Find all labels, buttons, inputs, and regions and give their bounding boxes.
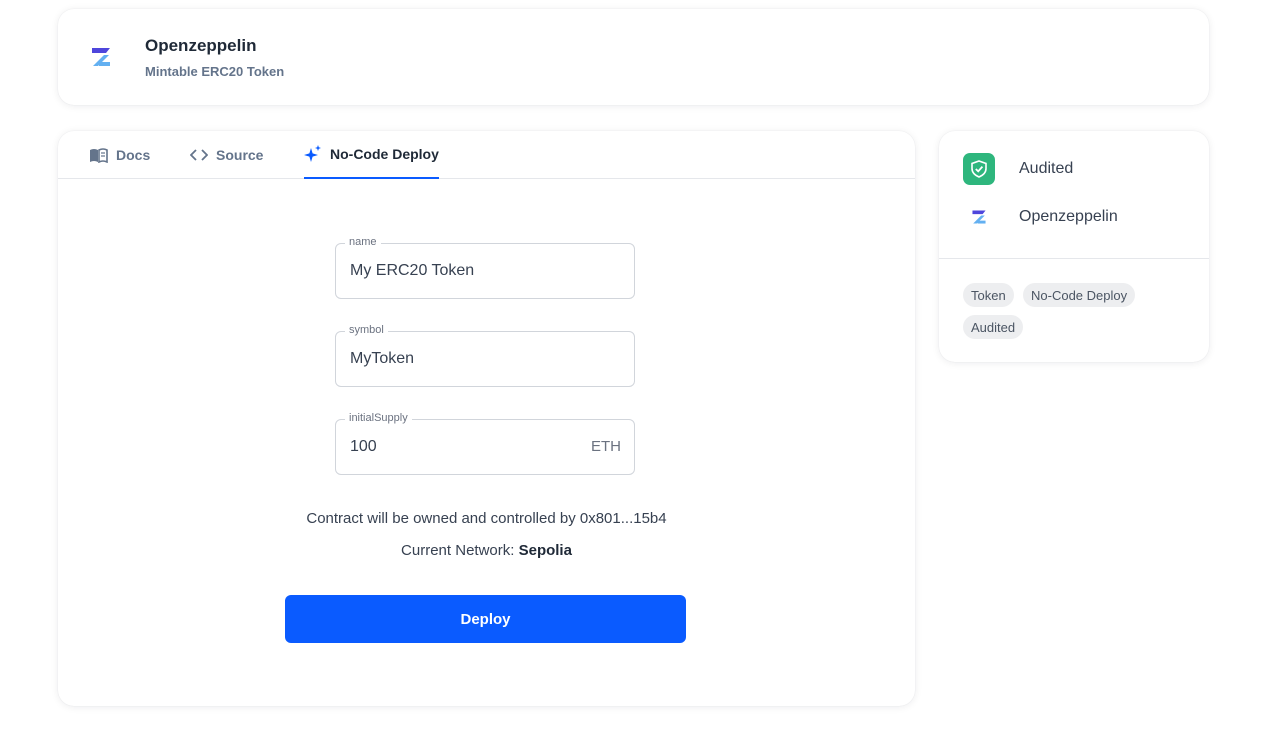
tab-docs[interactable]: Docs [89,131,150,179]
book-icon [89,147,108,163]
currency-suffix: ETH [591,438,621,455]
openzeppelin-logo-icon [963,209,995,225]
tab-no-code-deploy-label: No-Code Deploy [330,146,439,162]
tab-source-label: Source [216,147,264,163]
name-field-label: name [345,236,381,248]
name-field[interactable]: name [335,236,635,299]
network-name: Sepolia [518,542,572,559]
tab-docs-label: Docs [116,147,151,163]
contract-info-card: Audited Openzeppelin Token No-Code Deplo… [939,131,1209,362]
symbol-field-label: symbol [345,324,388,336]
contract-header-card: Openzeppelin Mintable ERC20 Token [58,9,1209,105]
tag-audited[interactable]: Audited [963,315,1024,339]
openzeppelin-logo-icon [90,46,112,68]
deploy-button[interactable]: Deploy [285,595,686,643]
initial-supply-field[interactable]: initialSupply ETH [335,412,635,475]
code-icon [190,148,208,162]
publisher-row[interactable]: Openzeppelin [963,201,1118,233]
owner-info-text: Contract will be owned and controlled by… [306,510,667,527]
symbol-field[interactable]: symbol [335,324,635,387]
initial-supply-input[interactable] [350,438,570,456]
sparkles-icon [304,145,322,163]
symbol-input[interactable] [350,350,570,368]
tag-no-code-deploy[interactable]: No-Code Deploy [1023,283,1136,307]
tab-bar: Docs Source No-Code Deploy [58,131,915,179]
contract-name-subtitle: Mintable ERC20 Token [145,64,285,79]
shield-check-icon [963,153,995,185]
name-input[interactable] [350,262,570,280]
initial-supply-field-label: initialSupply [345,412,412,424]
tab-no-code-deploy[interactable]: No-Code Deploy [304,131,439,179]
contract-publisher-title: Openzeppelin [145,36,257,55]
deploy-panel: Docs Source No-Code Deploy name My ERC20… [58,131,915,706]
network-prefix-label: Current Network: [401,542,519,559]
network-info: Current Network: Sepolia [58,542,915,559]
divider [939,258,1209,259]
tag-token[interactable]: Token [963,283,1014,307]
publisher-label: Openzeppelin [1019,208,1118,225]
audited-row: Audited [963,153,1073,185]
tab-source[interactable]: Source [190,131,263,179]
audited-label: Audited [1019,160,1074,177]
